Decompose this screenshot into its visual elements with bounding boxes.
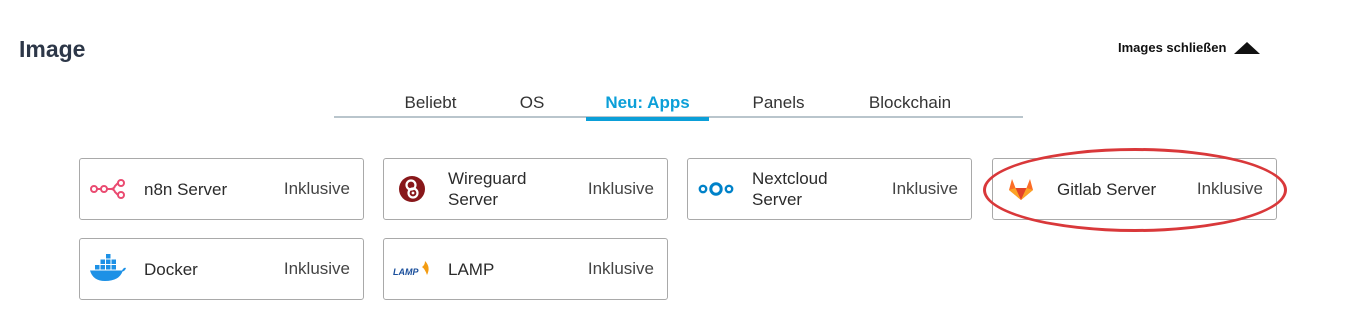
image-card-n8n[interactable]: n8n Server Inklusive xyxy=(79,158,364,220)
image-category-tabs: Beliebt OS Neu: Apps Panels Blockchain xyxy=(334,92,1023,121)
nextcloud-icon xyxy=(696,173,736,205)
inclusive-badge: Inklusive xyxy=(891,179,958,198)
inclusive-badge: Inklusive xyxy=(283,179,350,198)
docker-icon xyxy=(88,253,128,285)
image-card-gitlab[interactable]: Gitlab Server Inklusive xyxy=(992,158,1277,220)
tab-os[interactable]: OS xyxy=(506,92,558,118)
tab-beliebt[interactable]: Beliebt xyxy=(386,92,475,118)
wireguard-icon xyxy=(392,173,432,205)
image-card-wireguard[interactable]: Wireguard Server Inklusive xyxy=(383,158,668,220)
n8n-icon xyxy=(88,173,128,205)
image-card-nextcloud[interactable]: Nextcloud Server Inklusive xyxy=(687,158,972,220)
triangle-up-icon xyxy=(1234,41,1261,54)
inclusive-badge: Inklusive xyxy=(283,259,350,278)
close-images-toggle[interactable]: Images schließen xyxy=(1118,40,1261,55)
lamp-icon: LAMP xyxy=(392,253,432,285)
image-name: n8n Server xyxy=(144,179,228,199)
image-name: Nextcloud Server xyxy=(752,169,828,209)
inclusive-badge: Inklusive xyxy=(587,179,654,198)
image-name: Wireguard Server xyxy=(448,169,527,209)
tab-blockchain[interactable]: Blockchain xyxy=(853,92,967,118)
tab-panels[interactable]: Panels xyxy=(740,92,817,118)
inclusive-badge: Inklusive xyxy=(587,259,654,278)
tab-neu-apps[interactable]: Neu: Apps xyxy=(586,92,709,121)
section-title: Image xyxy=(19,36,86,62)
close-images-label: Images schließen xyxy=(1118,40,1227,55)
image-name: Docker xyxy=(144,259,198,279)
svg-text:LAMP: LAMP xyxy=(393,267,419,277)
image-card-lamp[interactable]: LAMP LAMP Inklusive xyxy=(383,238,668,300)
image-name: LAMP xyxy=(448,259,495,279)
inclusive-badge: Inklusive xyxy=(1196,179,1263,198)
image-name: Gitlab Server xyxy=(1057,179,1157,199)
gitlab-icon xyxy=(1001,173,1041,205)
image-card-docker[interactable]: Docker Inklusive xyxy=(79,238,364,300)
